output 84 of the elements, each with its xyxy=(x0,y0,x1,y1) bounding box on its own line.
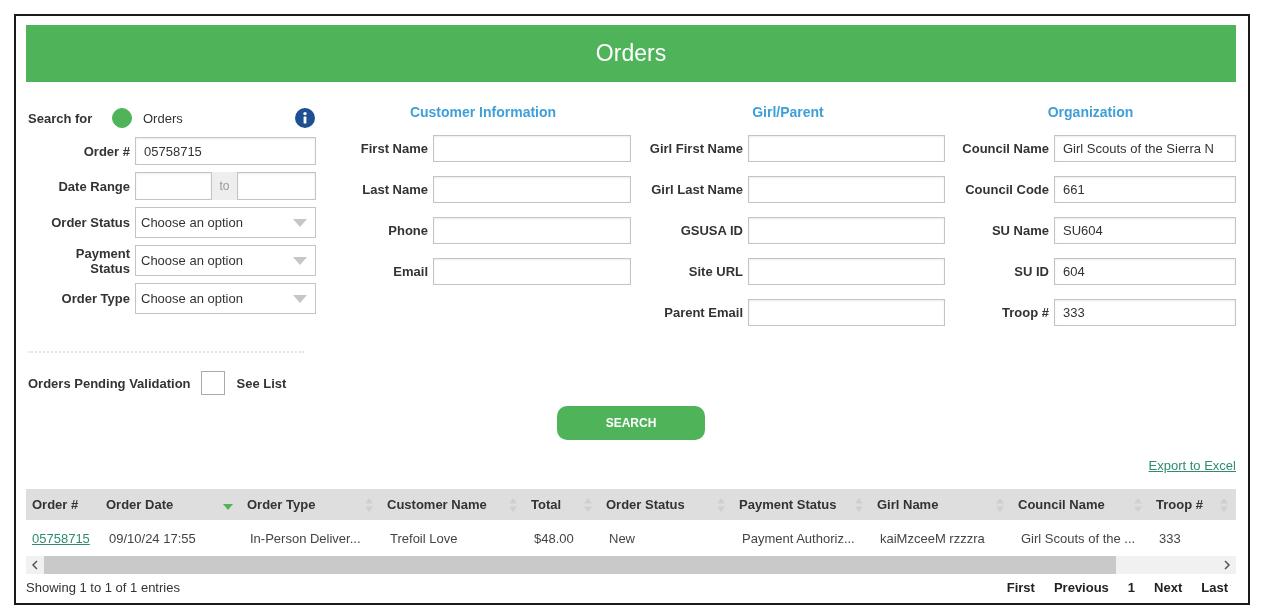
field-label: GSUSA ID xyxy=(680,223,743,238)
order-link[interactable]: 05758715 xyxy=(32,530,90,546)
field-label: Phone xyxy=(388,223,428,238)
field-label: Email xyxy=(393,264,428,279)
pagination-link[interactable]: Next xyxy=(1154,579,1183,595)
field-label: Search for xyxy=(28,110,94,126)
date-range-separator: to xyxy=(212,172,237,200)
field-label: Order # xyxy=(83,143,130,159)
input-field[interactable]: 05758715 xyxy=(135,137,316,165)
table-cell: Trefoil Love xyxy=(381,520,525,556)
column-header[interactable]: Council Name xyxy=(1012,489,1150,520)
column-header[interactable]: Girl Name xyxy=(871,489,1012,520)
field-label: Site URL xyxy=(688,264,743,279)
caret-icon xyxy=(293,294,307,303)
radio-button[interactable] xyxy=(112,108,132,128)
caret-icon xyxy=(293,256,307,265)
chevron-left-icon[interactable] xyxy=(31,560,39,570)
input-field[interactable]: Girl Scouts of the Sierra N xyxy=(1054,135,1236,162)
checkbox[interactable] xyxy=(200,371,225,395)
field-label: Girl First Name xyxy=(649,141,743,156)
field-label: First Name xyxy=(360,141,428,156)
table-cell: New xyxy=(600,520,733,556)
input-field[interactable] xyxy=(135,172,212,200)
see-list-link[interactable]: See List xyxy=(236,375,287,391)
pagination-link[interactable]: 1 xyxy=(1127,579,1136,595)
table-cell: 09/10/24 17:55 xyxy=(100,520,241,556)
column-header[interactable]: Total xyxy=(525,489,600,520)
input-field[interactable]: SU604 xyxy=(1054,217,1236,244)
input-field[interactable]: 604 xyxy=(1054,258,1236,285)
entries-info: Showing 1 to 1 of 1 entries xyxy=(26,579,180,595)
caret-icon xyxy=(293,218,307,227)
field-label: Payment Status xyxy=(74,245,130,276)
input-field[interactable] xyxy=(433,258,631,285)
column-header[interactable]: Payment Status xyxy=(733,489,871,520)
field-label: Date Range xyxy=(58,178,130,194)
input-field[interactable] xyxy=(433,176,631,203)
column-header[interactable]: Troop # xyxy=(1150,489,1236,520)
pagination-link[interactable]: Previous xyxy=(1053,579,1109,595)
field-label: Last Name xyxy=(362,182,428,197)
input-field[interactable] xyxy=(748,217,945,244)
field-label: Order Type xyxy=(61,291,130,306)
table-cell: kaiMzceeM rzzzra xyxy=(871,520,1012,556)
section-heading: Girl/Parent xyxy=(752,103,824,122)
column-header[interactable]: Order Date xyxy=(100,489,241,520)
dropdown-field[interactable]: Choose an option xyxy=(135,207,316,238)
table-cell: $48.00 xyxy=(525,520,600,556)
input-field[interactable]: 661 xyxy=(1054,176,1236,203)
field-label: SU Name xyxy=(991,223,1049,238)
page-title: Orders xyxy=(595,40,667,67)
input-field[interactable] xyxy=(748,299,945,326)
input-field[interactable] xyxy=(748,176,945,203)
section-heading: Organization xyxy=(1047,103,1134,122)
field-label: Parent Email xyxy=(664,305,743,320)
section-heading: Customer Information xyxy=(409,103,557,122)
dropdown-field[interactable]: Choose an option xyxy=(135,283,316,314)
field-label: Council Code xyxy=(965,182,1049,197)
input-field[interactable] xyxy=(433,135,631,162)
table-cell: In-Person Deliver... xyxy=(241,520,381,556)
table-cell: Payment Authoriz... xyxy=(733,520,871,556)
column-header[interactable]: Order Type xyxy=(241,489,381,520)
dropdown-field[interactable]: Choose an option xyxy=(135,245,316,276)
field-label: Girl Last Name xyxy=(651,182,743,197)
input-field[interactable]: 333 xyxy=(1054,299,1236,326)
field-label: Order Status xyxy=(51,215,130,230)
input-field[interactable] xyxy=(433,217,631,244)
table-cell: Girl Scouts of the ... xyxy=(1012,520,1150,556)
export-link[interactable]: Export to Excel xyxy=(1148,457,1236,473)
input-field[interactable] xyxy=(748,258,945,285)
info-icon[interactable] xyxy=(295,108,315,128)
column-header[interactable]: Customer Name xyxy=(381,489,525,520)
sort-descending-icon[interactable] xyxy=(223,504,233,510)
option-label: Orders xyxy=(143,110,183,126)
pagination-link[interactable]: Last xyxy=(1201,579,1228,595)
table-cell: 333 xyxy=(1150,520,1236,556)
column-header: Order # xyxy=(26,489,100,520)
input-field[interactable] xyxy=(748,135,945,162)
field-label: Orders Pending Validation xyxy=(28,375,191,391)
column-header[interactable]: Order Status xyxy=(600,489,733,520)
chevron-right-icon[interactable] xyxy=(1223,560,1231,570)
field-label: Troop # xyxy=(1002,305,1049,320)
pagination-link[interactable]: First xyxy=(1006,579,1035,595)
input-field[interactable] xyxy=(237,172,316,200)
field-label: Council Name xyxy=(962,141,1049,156)
field-label: SU ID xyxy=(1014,264,1049,279)
